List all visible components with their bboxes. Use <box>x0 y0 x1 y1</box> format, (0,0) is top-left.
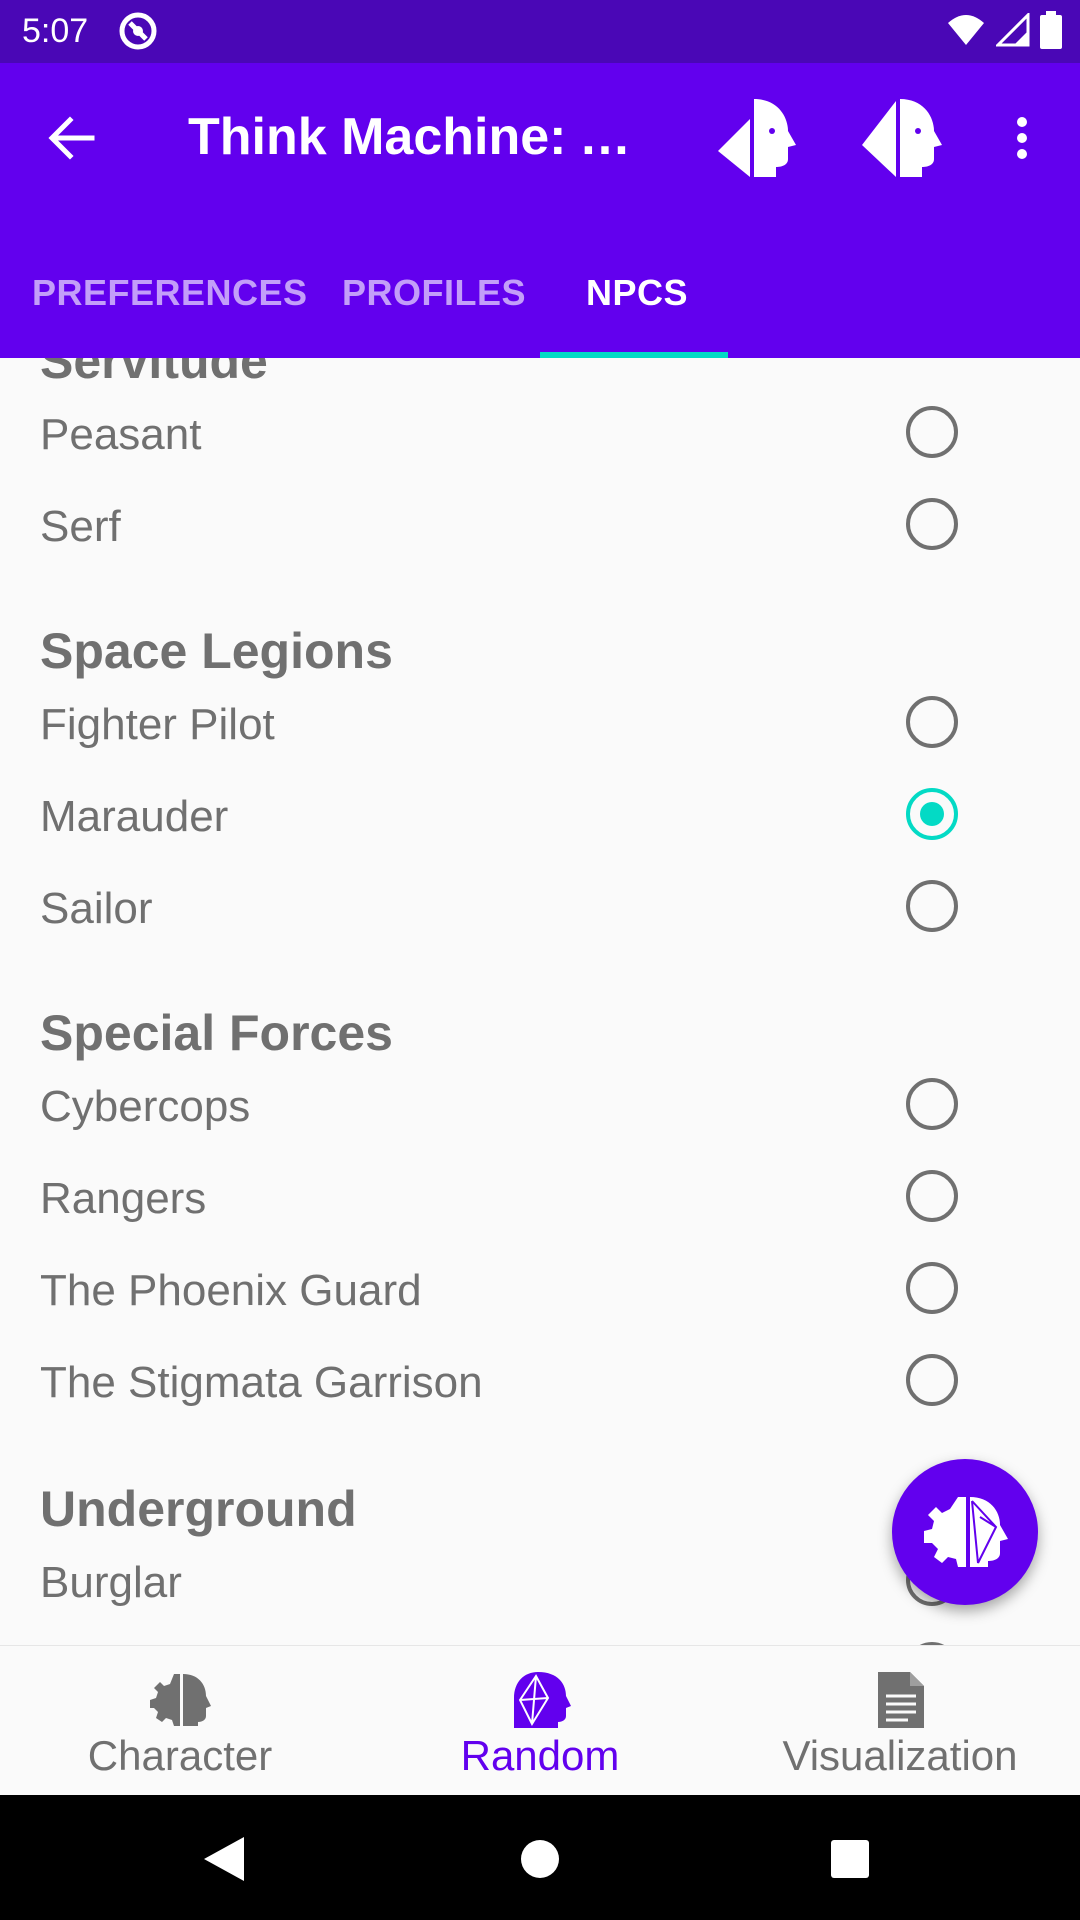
group-header: Space Legions <box>40 623 393 679</box>
list-item-label[interactable]: Fighter Pilot <box>40 700 275 750</box>
more-options-button[interactable] <box>992 103 1052 173</box>
home-circle-icon[interactable] <box>520 1839 560 1879</box>
list-item-label[interactable]: Sailor <box>40 884 153 934</box>
radio-fighter-pilot[interactable] <box>906 696 958 748</box>
nav-label: Visualization <box>782 1732 1018 1779</box>
list-item-label[interactable]: The Phoenix Guard <box>40 1266 422 1316</box>
head-gear-icon <box>150 1674 211 1726</box>
list-item-label[interactable]: Burglar <box>40 1558 182 1608</box>
do-not-disturb-icon <box>118 11 158 51</box>
radio-peasant[interactable] <box>906 406 958 458</box>
app-bar: Think Machine: A... <box>0 63 1080 208</box>
status-time: 5:07 <box>22 12 89 50</box>
document-icon <box>878 1672 924 1728</box>
back-button[interactable] <box>36 103 106 173</box>
cell-signal-icon <box>994 10 1030 52</box>
list-item-label[interactable]: Rangers <box>40 1174 206 1224</box>
more-vert-icon <box>1017 117 1027 159</box>
nav-character[interactable]: Character <box>0 1646 360 1796</box>
list-item-label[interactable]: The Stigmata Garrison <box>40 1358 483 1408</box>
battery-icon <box>1040 10 1062 54</box>
bottom-navigation: Character Random Visualization <box>0 1645 1080 1795</box>
radio-cybercops[interactable] <box>906 1078 958 1130</box>
recents-square-icon[interactable] <box>830 1839 870 1879</box>
head-left-icon[interactable] <box>710 93 800 183</box>
group-header: Servitude <box>40 358 268 389</box>
back-triangle-icon[interactable] <box>200 1835 246 1883</box>
tab-npcs[interactable]: NPCS <box>586 272 688 314</box>
tab-profiles[interactable]: PROFILES <box>342 272 526 314</box>
nav-label: Random <box>460 1732 620 1779</box>
nav-random[interactable]: Random <box>360 1646 720 1796</box>
system-navigation-bar <box>0 1795 1080 1920</box>
app-title: Think Machine: A... <box>188 108 648 166</box>
generate-fab[interactable] <box>892 1459 1038 1605</box>
list-item-label[interactable]: Serf <box>40 502 121 552</box>
head-right-icon[interactable] <box>856 93 946 183</box>
tab-bar: PREFERENCES PROFILES NPCS <box>0 208 1080 358</box>
nav-visualization[interactable]: Visualization <box>720 1646 1080 1796</box>
radio-stigmata-garrison[interactable] <box>906 1354 958 1406</box>
nav-label: Character <box>87 1732 273 1779</box>
status-icons <box>946 10 1062 54</box>
radio-serf[interactable] <box>906 498 958 550</box>
gear-head-icon <box>924 1497 1008 1567</box>
wifi-icon <box>946 13 986 52</box>
arrow-back-icon <box>48 116 95 160</box>
radio-rangers[interactable] <box>906 1170 958 1222</box>
list-item-label[interactable]: Cybercops <box>40 1082 250 1132</box>
random-head-icon <box>514 1672 571 1728</box>
group-header: Special Forces <box>40 1005 393 1061</box>
npc-list[interactable]: Servitude Peasant Serf Space Legions Fig… <box>0 358 1080 1645</box>
radio-sailor[interactable] <box>906 880 958 932</box>
tab-preferences[interactable]: PREFERENCES <box>32 272 308 314</box>
radio-phoenix-guard[interactable] <box>906 1262 958 1314</box>
group-header: Underground <box>40 1481 357 1537</box>
radio-marauder[interactable] <box>906 788 958 840</box>
list-item-label[interactable]: Marauder <box>40 792 228 842</box>
status-bar: 5:07 <box>0 0 1080 63</box>
list-item-label[interactable]: Peasant <box>40 410 201 460</box>
